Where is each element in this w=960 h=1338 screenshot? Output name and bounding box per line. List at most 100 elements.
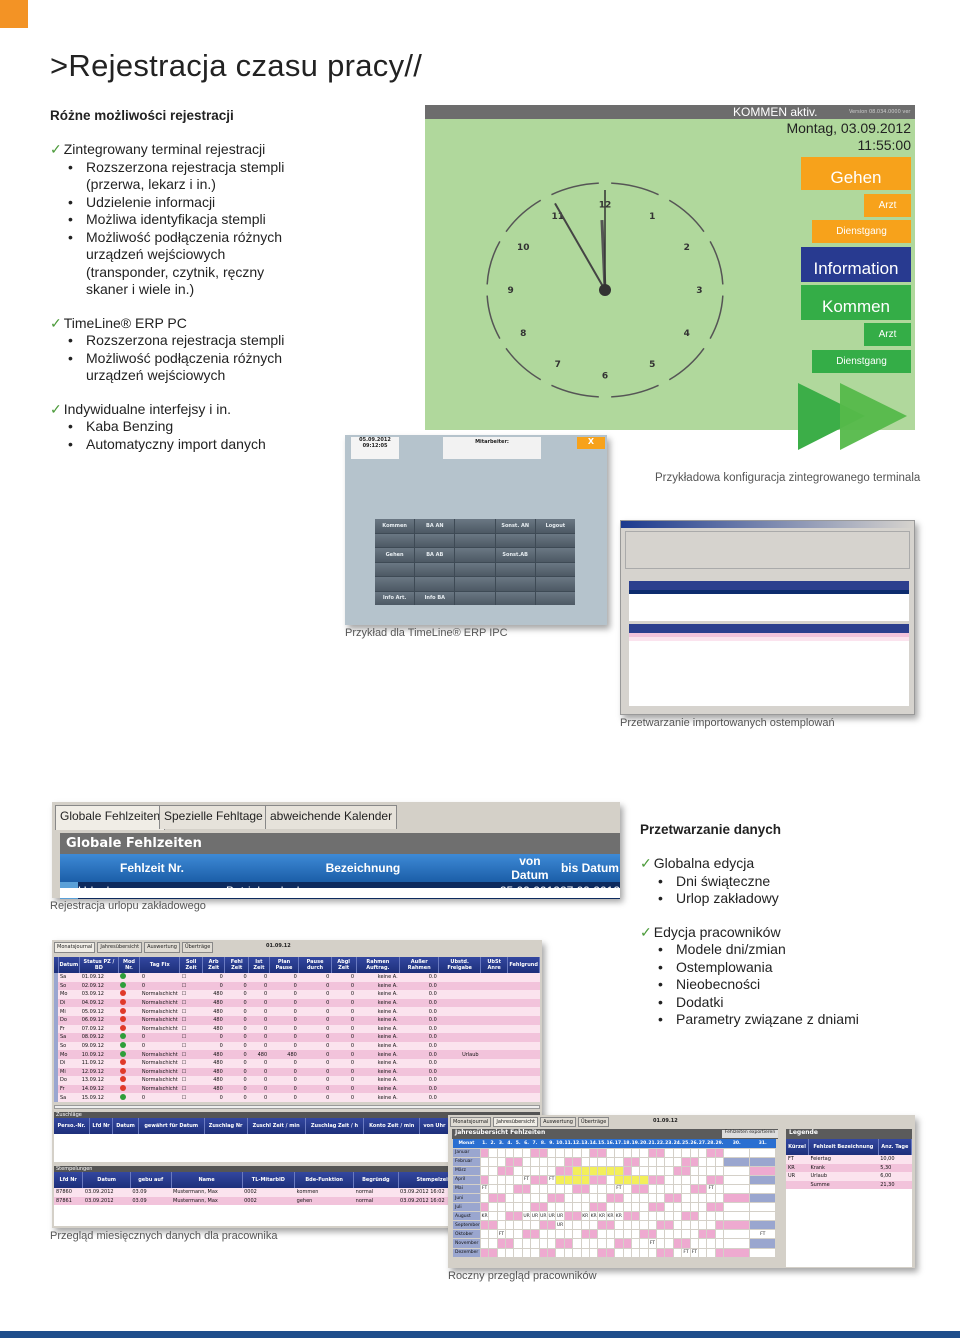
day-cell[interactable] xyxy=(597,1192,607,1204)
day-cell[interactable]: FT xyxy=(614,1183,624,1194)
day-cell[interactable] xyxy=(555,1156,565,1167)
day-cell[interactable] xyxy=(505,1183,515,1194)
day-cell[interactable] xyxy=(681,1238,691,1249)
day-cell[interactable] xyxy=(656,1229,666,1240)
day-cell[interactable] xyxy=(530,1174,540,1185)
day-cell[interactable] xyxy=(496,1183,507,1194)
day-cell[interactable] xyxy=(664,1147,674,1158)
day-cell[interactable] xyxy=(614,1238,624,1249)
day-cell[interactable] xyxy=(496,1220,507,1231)
day-cell[interactable] xyxy=(698,1202,708,1213)
day-cell[interactable] xyxy=(723,1202,751,1213)
day-cell[interactable] xyxy=(580,1202,590,1213)
tab-abweichende-kalender[interactable]: abweichende Kalender xyxy=(265,805,398,829)
day-cell[interactable] xyxy=(538,1147,549,1158)
day-cell[interactable] xyxy=(605,1147,616,1158)
horizontal-scrollbar[interactable] xyxy=(54,1105,540,1109)
fix-checkbox[interactable]: ☐ xyxy=(179,990,203,999)
day-cell[interactable] xyxy=(664,1202,674,1213)
day-cell[interactable] xyxy=(681,1183,691,1194)
day-cell[interactable] xyxy=(723,1238,751,1249)
day-cell[interactable] xyxy=(563,1165,574,1176)
day-cell[interactable] xyxy=(630,1147,641,1158)
day-cell[interactable] xyxy=(681,1202,691,1213)
day-cell[interactable] xyxy=(572,1174,582,1185)
day-cell[interactable] xyxy=(513,1220,523,1231)
day-cell[interactable] xyxy=(505,1238,515,1249)
day-cell[interactable] xyxy=(546,1202,557,1213)
tab[interactable]: Überträge xyxy=(181,942,214,953)
day-cell[interactable]: FT xyxy=(749,1229,777,1240)
day-cell[interactable] xyxy=(479,1174,490,1185)
day-cell[interactable] xyxy=(647,1183,658,1194)
day-cell[interactable] xyxy=(479,1202,490,1213)
day-cell[interactable] xyxy=(546,1192,557,1204)
day-cell[interactable] xyxy=(555,1183,565,1194)
day-cell[interactable] xyxy=(706,1156,716,1167)
day-cell[interactable] xyxy=(706,1192,716,1204)
day-cell[interactable] xyxy=(530,1229,540,1240)
day-cell[interactable] xyxy=(555,1247,565,1258)
day-cell[interactable] xyxy=(530,1238,540,1249)
day-cell[interactable] xyxy=(488,1238,498,1249)
day-cell[interactable] xyxy=(656,1247,666,1258)
fix-checkbox[interactable]: ☐ xyxy=(179,1033,203,1042)
day-cell[interactable] xyxy=(689,1229,700,1240)
ipc-grid-button[interactable]: Gehen xyxy=(375,548,415,562)
day-cell[interactable] xyxy=(614,1247,624,1258)
day-cell[interactable] xyxy=(505,1165,515,1176)
day-cell[interactable] xyxy=(639,1165,649,1176)
day-cell[interactable] xyxy=(530,1192,540,1204)
day-cell[interactable] xyxy=(706,1165,716,1176)
fix-checkbox[interactable]: ☐ xyxy=(179,1093,203,1102)
day-cell[interactable] xyxy=(647,1229,658,1240)
day-cell[interactable]: FT xyxy=(706,1183,716,1194)
day-cell[interactable] xyxy=(714,1211,725,1222)
day-cell[interactable] xyxy=(496,1147,507,1158)
ipc-grid-button[interactable]: Kommen xyxy=(375,519,415,533)
day-cell[interactable] xyxy=(647,1202,658,1213)
day-cell[interactable] xyxy=(546,1156,557,1167)
day-cell[interactable] xyxy=(681,1229,691,1240)
day-cell[interactable] xyxy=(639,1238,649,1249)
day-cell[interactable] xyxy=(513,1174,523,1185)
day-cell[interactable] xyxy=(681,1174,691,1185)
ipc-grid-button[interactable] xyxy=(535,577,575,591)
day-cell[interactable] xyxy=(714,1174,725,1185)
ipc-grid-button[interactable]: Info Art. xyxy=(375,591,415,605)
day-cell[interactable] xyxy=(479,1247,490,1258)
day-cell[interactable] xyxy=(597,1183,607,1194)
day-cell[interactable]: UR xyxy=(530,1211,540,1222)
day-cell[interactable] xyxy=(588,1165,599,1176)
day-cell[interactable] xyxy=(521,1156,532,1167)
day-cell[interactable] xyxy=(505,1174,515,1185)
day-cell[interactable] xyxy=(749,1220,777,1231)
day-cell[interactable] xyxy=(664,1156,674,1167)
day-cell[interactable] xyxy=(505,1192,515,1204)
day-cell[interactable]: UR xyxy=(546,1211,557,1222)
day-cell[interactable] xyxy=(572,1156,582,1167)
day-cell[interactable] xyxy=(546,1247,557,1258)
day-cell[interactable] xyxy=(672,1229,683,1240)
day-cell[interactable] xyxy=(530,1202,540,1213)
day-cell[interactable] xyxy=(723,1220,751,1231)
day-cell[interactable] xyxy=(749,1165,777,1176)
day-cell[interactable] xyxy=(521,1220,532,1231)
day-cell[interactable] xyxy=(664,1247,674,1258)
day-cell[interactable] xyxy=(656,1211,666,1222)
ipc-grid-button[interactable] xyxy=(455,562,495,576)
day-cell[interactable] xyxy=(530,1156,540,1167)
day-cell[interactable] xyxy=(530,1183,540,1194)
day-cell[interactable] xyxy=(656,1147,666,1158)
day-cell[interactable] xyxy=(538,1238,549,1249)
ipc-grid-button[interactable]: Sonst. AN xyxy=(495,519,535,533)
day-cell[interactable] xyxy=(488,1156,498,1167)
day-cell[interactable] xyxy=(698,1238,708,1249)
fix-checkbox[interactable]: ☐ xyxy=(179,1084,203,1094)
day-cell[interactable] xyxy=(597,1174,607,1185)
day-cell[interactable] xyxy=(689,1192,700,1204)
ipc-grid-button[interactable] xyxy=(535,533,575,547)
day-cell[interactable] xyxy=(546,1183,557,1194)
day-cell[interactable] xyxy=(580,1183,590,1194)
day-cell[interactable] xyxy=(639,1247,649,1258)
